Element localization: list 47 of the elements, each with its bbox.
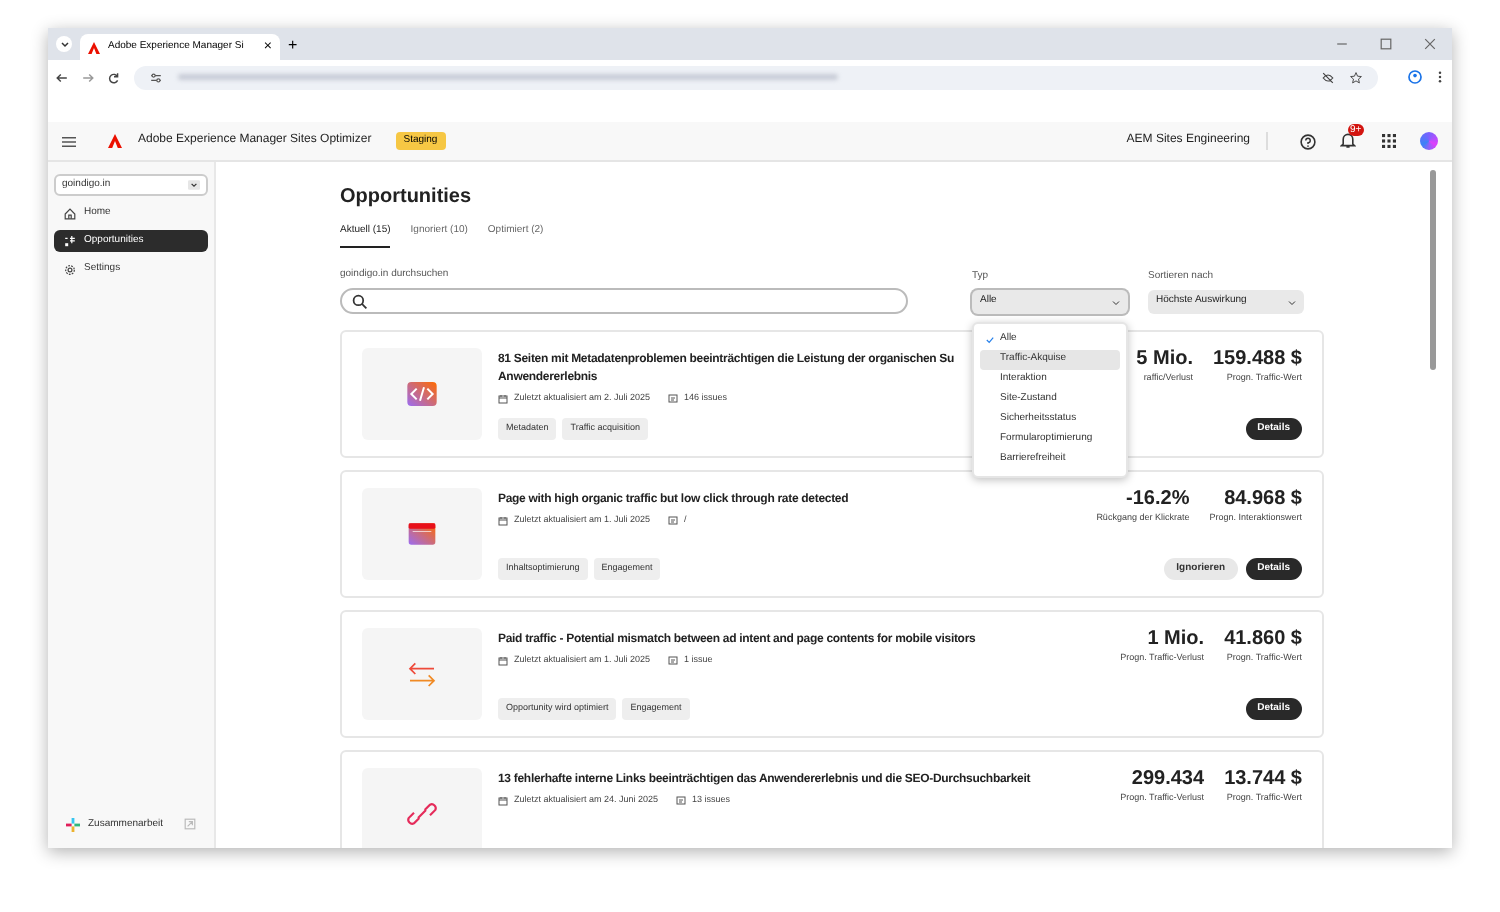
calendar-icon xyxy=(498,393,508,404)
tab-list-button[interactable] xyxy=(56,36,72,52)
metric-value: -16.2% xyxy=(1126,488,1190,512)
metric-value: 13.744 $ xyxy=(1224,768,1302,792)
chevron-down-icon xyxy=(1288,299,1296,305)
chevron-down-icon xyxy=(188,180,200,190)
home-icon xyxy=(64,207,76,219)
bell-icon xyxy=(1340,132,1356,148)
profile-icon[interactable] xyxy=(1408,70,1422,84)
issues-icon xyxy=(668,393,679,404)
chevron-down-icon xyxy=(1112,299,1120,305)
logo-icon xyxy=(108,134,122,148)
chevron-down-icon xyxy=(59,39,69,49)
menu-icon[interactable] xyxy=(62,135,76,147)
back-icon[interactable] xyxy=(56,71,68,83)
calendar-icon xyxy=(498,655,508,666)
metric-value: 159.488 $ xyxy=(1213,348,1302,372)
forward-icon[interactable] xyxy=(82,71,94,83)
apps-grid-icon[interactable] xyxy=(1382,134,1396,148)
new-tab-button[interactable]: + xyxy=(288,38,298,54)
metric-value: 84.968 $ xyxy=(1224,488,1302,512)
issues-icon xyxy=(668,655,679,666)
metric-value: 1 Mio. xyxy=(1147,628,1205,652)
metric-value: 41.860 $ xyxy=(1224,628,1302,652)
star-icon[interactable] xyxy=(1350,71,1362,83)
reload-icon[interactable] xyxy=(108,71,120,83)
search-icon xyxy=(352,293,368,309)
settings-icon xyxy=(64,263,76,275)
opportunities-icon xyxy=(64,235,76,247)
metric-value: 299.434 xyxy=(1131,768,1205,792)
issues-icon xyxy=(668,515,679,526)
close-icon[interactable] xyxy=(1424,38,1436,50)
slack-logo-icon xyxy=(66,817,80,832)
metric-value: 5 Mio. xyxy=(1136,348,1193,372)
logo-icon xyxy=(88,41,100,53)
help-icon[interactable] xyxy=(1300,133,1316,149)
checkmark-icon xyxy=(986,335,994,343)
issues-icon xyxy=(676,795,687,806)
calendar-icon xyxy=(498,795,508,806)
eye-off-icon[interactable] xyxy=(1322,71,1334,83)
page-title: Opportunities xyxy=(340,184,474,212)
more-icon[interactable] xyxy=(1436,70,1444,84)
site-settings-icon[interactable] xyxy=(150,71,162,83)
maximize-icon[interactable] xyxy=(1380,38,1392,50)
search-field[interactable] xyxy=(340,288,908,314)
calendar-icon xyxy=(498,515,508,526)
user-avatar[interactable] xyxy=(1420,132,1438,150)
